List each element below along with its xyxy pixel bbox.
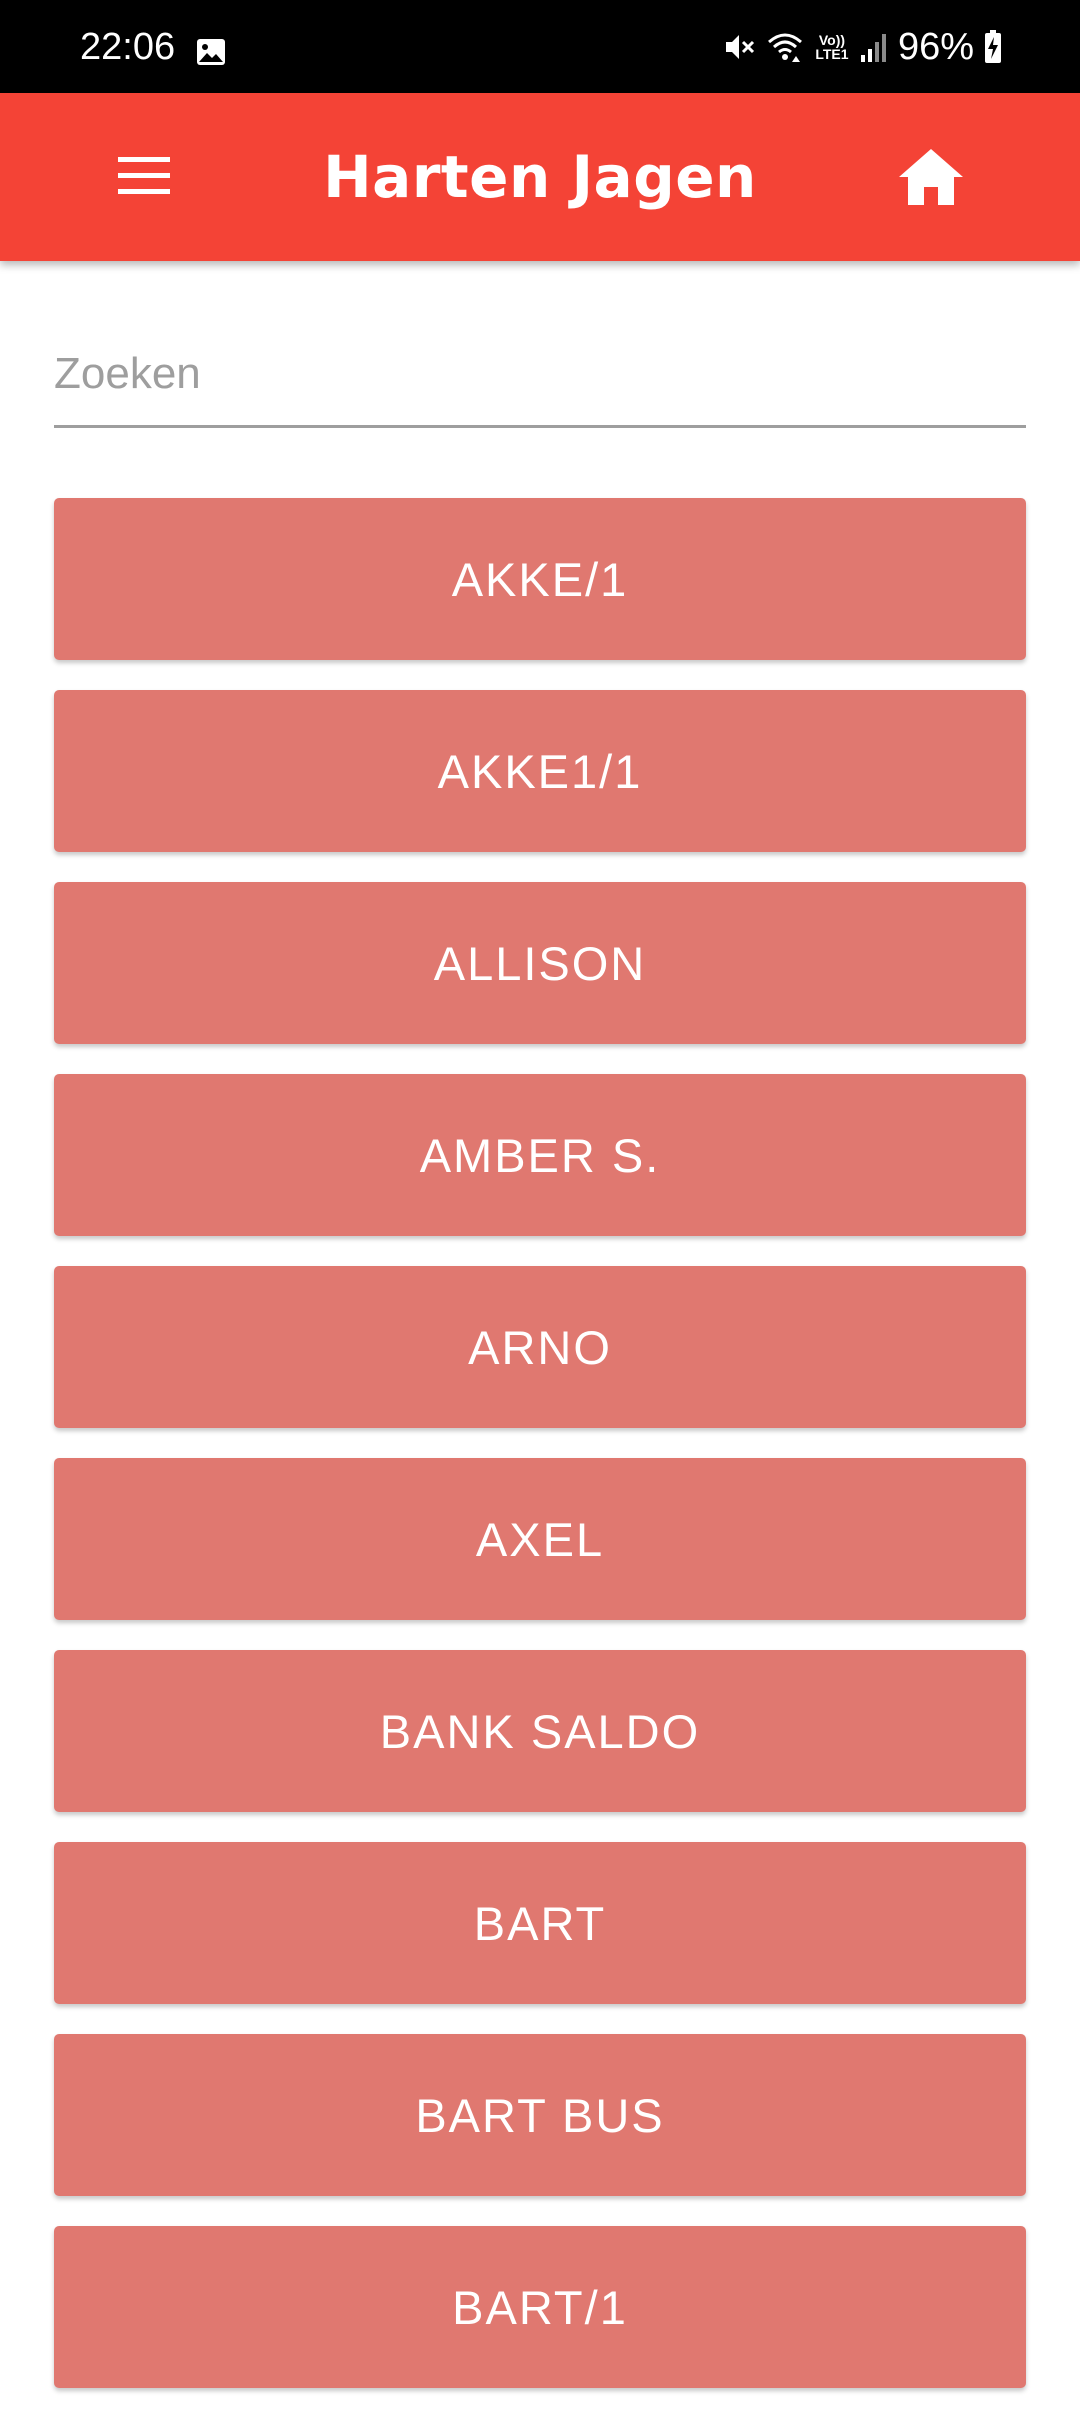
list-item-button[interactable]: BART BUS	[54, 2034, 1026, 2196]
search-input[interactable]	[54, 322, 1026, 428]
list-item-button[interactable]: AKKE/1	[54, 498, 1026, 660]
list-item-label: AMBER S.	[419, 1128, 661, 1182]
list-item-label: AKKE/1	[451, 552, 629, 606]
list-item-label: BART BUS	[415, 2088, 665, 2142]
list-item-label: ALLISON	[433, 936, 647, 990]
home-button[interactable]	[896, 145, 966, 209]
name-list: AKKE/1 AKKE1/1 ALLISON AMBER S. ARNO AXEL BANK…	[54, 498, 1026, 2418]
home-icon	[899, 149, 963, 205]
list-item-label: ARNO	[468, 1320, 612, 1374]
list-item-button[interactable]: AXEL	[54, 1458, 1026, 1620]
volte-bottom: LTE1	[815, 46, 849, 62]
list-item-button[interactable]: AKKE1/1	[54, 690, 1026, 852]
menu-button[interactable]	[110, 149, 184, 205]
list-item-label: AKKE1/1	[437, 744, 643, 798]
list-item-button[interactable]: BART/1	[54, 2226, 1026, 2388]
list-item-button[interactable]: AMBER S.	[54, 1074, 1026, 1236]
mute-icon	[722, 30, 756, 64]
search-field	[54, 322, 1026, 432]
list-item-button[interactable]: BART	[54, 1842, 1026, 2004]
list-item-label: BART/1	[452, 2280, 628, 2334]
app-bar: Harten Jagen	[0, 93, 1080, 261]
battery-charging-icon	[984, 30, 1002, 64]
status-bar: 22:06 Vo)) LTE1 96%	[0, 0, 1080, 93]
list-item-label: BART	[473, 1896, 607, 1950]
status-time: 22:06	[80, 26, 176, 68]
hamburger-menu-icon	[118, 157, 170, 194]
status-icons: Vo)) LTE1 96%	[722, 24, 1002, 70]
battery-percentage: 96%	[897, 26, 974, 68]
list-item-label: BANK SALDO	[379, 1704, 701, 1758]
list-item-button[interactable]: ALLISON	[54, 882, 1026, 1044]
wifi-icon	[766, 30, 804, 64]
list-item-button[interactable]: BANK SALDO	[54, 1650, 1026, 1812]
volte-indicator: Vo)) LTE1	[814, 33, 850, 61]
gallery-icon	[196, 38, 226, 66]
list-item-button[interactable]: ARNO	[54, 1266, 1026, 1428]
list-item-label: AXEL	[475, 1512, 605, 1566]
signal-icon	[860, 31, 888, 63]
